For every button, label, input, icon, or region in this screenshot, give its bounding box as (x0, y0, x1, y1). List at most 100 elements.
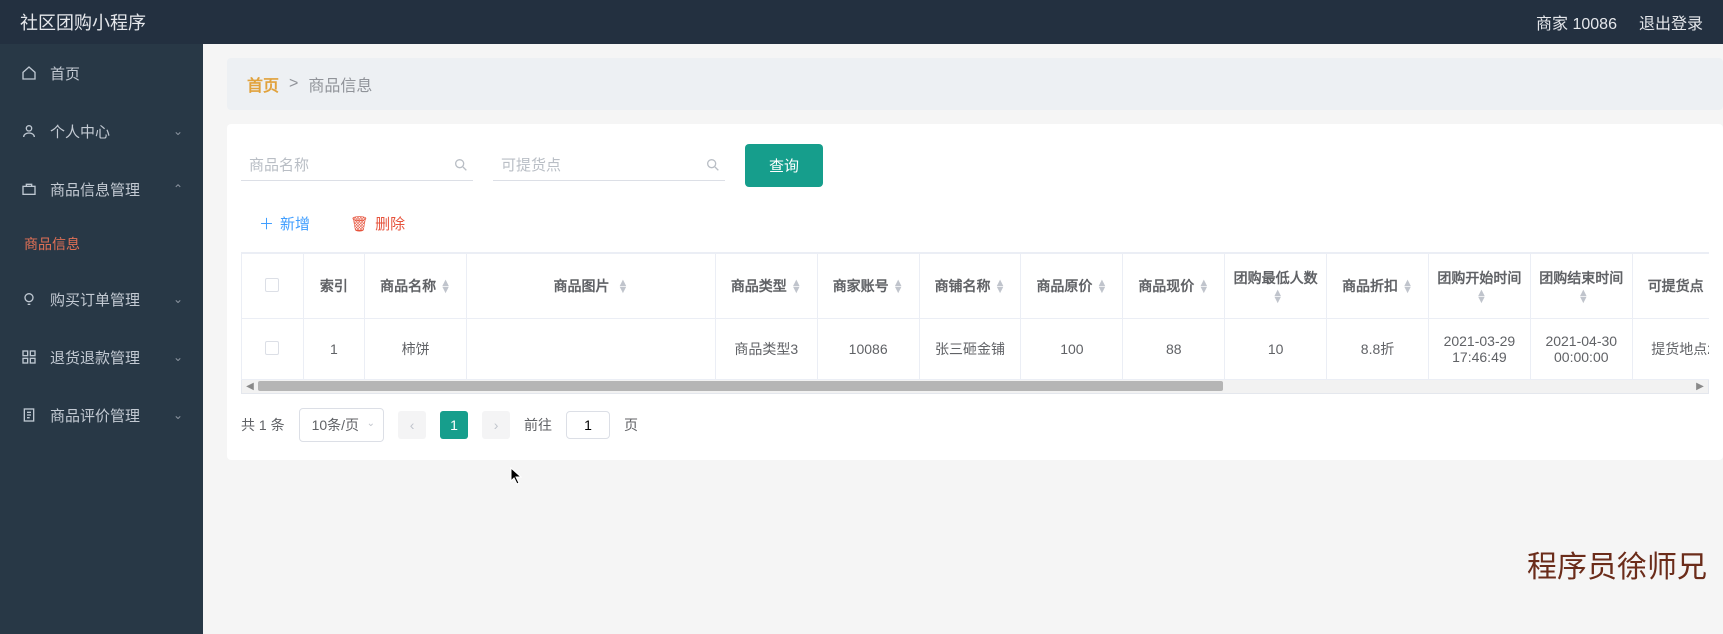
app-title: 社区团购小程序 (20, 9, 146, 35)
logout-link[interactable]: 退出登录 (1639, 10, 1703, 34)
search-row: 查询 (241, 144, 1709, 187)
col-start-time[interactable]: 团购开始时间 ▲▼ (1428, 254, 1530, 319)
col-type[interactable]: 商品类型▲▼ (715, 254, 817, 319)
trash-icon: 🗑 (350, 216, 369, 233)
chevron-down-icon: ⌄ (367, 418, 375, 429)
sort-icon: ▲▼ (1096, 280, 1107, 294)
total-text: 共 1 条 (241, 415, 285, 435)
scroll-left-icon[interactable]: ◀ (243, 380, 257, 393)
chevron-up-icon: ⌃ (173, 182, 183, 196)
search-button[interactable]: 查询 (745, 144, 823, 187)
page-size-select[interactable]: 10条/页 ⌄ (299, 408, 384, 442)
next-page-button[interactable]: › (482, 411, 510, 439)
col-checkbox[interactable] (242, 254, 304, 319)
cell-shop-name: 张三砸金铺 (919, 319, 1021, 380)
cell-orig-price: 100 (1021, 319, 1123, 380)
sidebar-subitem-label: 商品信息 (24, 234, 80, 254)
search-icon (453, 157, 469, 173)
cell-checkbox[interactable] (242, 319, 304, 380)
pagination: 共 1 条 10条/页 ⌄ ‹ 1 › 前往 页 (241, 408, 1709, 442)
add-button[interactable]: ＋ 新增 (259, 213, 310, 234)
chevron-down-icon: ⌄ (173, 350, 183, 364)
sidebar-item-review-mgmt[interactable]: 商品评价管理 ⌄ (0, 386, 203, 444)
sort-icon: ▲▼ (995, 280, 1006, 294)
cell-image (467, 319, 716, 380)
search-pickup-wrap (493, 151, 725, 181)
col-shop-name[interactable]: 商铺名称▲▼ (919, 254, 1021, 319)
sidebar-item-label: 商品评价管理 (50, 405, 173, 426)
col-pickup[interactable]: 可提货点▲▼ (1632, 254, 1709, 319)
main-content: 首页 > 商品信息 查询 ＋ 新增 🗑 删除 (203, 44, 1723, 634)
sidebar-subitem-product-info[interactable]: 商品信息 (0, 218, 203, 270)
sort-icon: ▲▼ (617, 280, 628, 294)
sidebar-item-label: 退货退款管理 (50, 347, 173, 368)
col-name[interactable]: 商品名称▲▼ (365, 254, 467, 319)
watermark: 程序员徐师兄 (1527, 542, 1707, 586)
plus-icon: ＋ (259, 216, 274, 233)
col-orig-price[interactable]: 商品原价▲▼ (1021, 254, 1123, 319)
col-image[interactable]: 商品图片 ▲▼ (467, 254, 716, 319)
home-icon (20, 64, 38, 82)
col-end-time[interactable]: 团购结束时间 ▲▼ (1530, 254, 1632, 319)
cell-name: 柿饼 (365, 319, 467, 380)
breadcrumb-home[interactable]: 首页 (247, 72, 279, 96)
sort-icon: ▲▼ (1476, 290, 1487, 304)
row-checkbox[interactable] (265, 341, 279, 355)
sidebar: 首页 个人中心 ⌄ 商品信息管理 ⌃ 商品信息 购买订单管理 ⌄ 退货退款管理 … (0, 44, 203, 634)
col-cur-price[interactable]: 商品现价▲▼ (1123, 254, 1225, 319)
table-row[interactable]: 1 柿饼 商品类型3 10086 张三砸金铺 100 88 10 8.8折 20… (242, 319, 1710, 380)
grid-icon (20, 348, 38, 366)
sort-icon: ▲▼ (1402, 280, 1413, 294)
sidebar-item-product-mgmt[interactable]: 商品信息管理 ⌃ (0, 160, 203, 218)
scrollbar-thumb[interactable] (258, 381, 1223, 391)
topbar: 社区团购小程序 商家 10086 退出登录 (0, 0, 1723, 44)
sort-icon: ▲▼ (1272, 290, 1283, 304)
sidebar-item-order-mgmt[interactable]: 购买订单管理 ⌄ (0, 270, 203, 328)
breadcrumb-sep: > (289, 75, 298, 93)
cell-merchant-acc: 10086 (817, 319, 919, 380)
col-discount[interactable]: 商品折扣▲▼ (1327, 254, 1429, 319)
checkbox-all[interactable] (265, 278, 279, 292)
goto-page-input[interactable] (566, 411, 610, 439)
merchant-label[interactable]: 商家 10086 (1536, 10, 1617, 34)
cell-start-time: 2021-03-29 17:46:49 (1428, 319, 1530, 380)
chevron-down-icon: ⌄ (173, 292, 183, 306)
content-card: 查询 ＋ 新增 🗑 删除 索引 (227, 124, 1723, 460)
sidebar-item-home[interactable]: 首页 (0, 44, 203, 102)
sort-icon: ▲▼ (893, 280, 904, 294)
cell-discount: 8.8折 (1327, 319, 1429, 380)
scroll-right-icon[interactable]: ▶ (1693, 380, 1707, 393)
sidebar-item-label: 购买订单管理 (50, 289, 173, 310)
cell-type: 商品类型3 (715, 319, 817, 380)
delete-button[interactable]: 🗑 删除 (350, 213, 405, 234)
cell-end-time: 2021-04-30 00:00:00 (1530, 319, 1632, 380)
breadcrumb: 首页 > 商品信息 (227, 58, 1723, 110)
chevron-down-icon: ⌄ (173, 408, 183, 422)
page-size-label: 10条/页 (312, 417, 359, 433)
col-min-people[interactable]: 团购最低人数 ▲▼ (1225, 254, 1327, 319)
sidebar-item-profile[interactable]: 个人中心 ⌄ (0, 102, 203, 160)
sort-icon: ▲▼ (440, 280, 451, 294)
sidebar-item-refund-mgmt[interactable]: 退货退款管理 ⌄ (0, 328, 203, 386)
col-index[interactable]: 索引 (303, 254, 365, 319)
table-wrap: 索引 商品名称▲▼ 商品图片 ▲▼ 商品类型▲▼ 商家账号▲▼ 商铺名称▲▼ 商… (241, 252, 1709, 394)
horizontal-scrollbar[interactable]: ◀ ▶ (241, 380, 1709, 394)
sidebar-item-label: 首页 (50, 63, 183, 84)
sort-icon: ▲▼ (791, 280, 802, 294)
table-header-row: 索引 商品名称▲▼ 商品图片 ▲▼ 商品类型▲▼ 商家账号▲▼ 商铺名称▲▼ 商… (242, 254, 1710, 319)
col-merchant-acc[interactable]: 商家账号▲▼ (817, 254, 919, 319)
delete-label: 删除 (375, 216, 405, 233)
prev-page-button[interactable]: ‹ (398, 411, 426, 439)
topbar-right: 商家 10086 退出登录 (1536, 10, 1703, 34)
cell-min-people: 10 (1225, 319, 1327, 380)
sort-icon: ▲▼ (1198, 280, 1209, 294)
breadcrumb-current: 商品信息 (308, 72, 372, 96)
document-icon (20, 406, 38, 424)
page-1-button[interactable]: 1 (440, 411, 468, 439)
chevron-down-icon: ⌄ (173, 124, 183, 138)
add-label: 新增 (280, 216, 310, 233)
goto-prefix: 前往 (524, 415, 552, 435)
cell-pickup: 提货地点2 (1632, 319, 1709, 380)
search-pickup-input[interactable] (501, 157, 699, 174)
search-name-input[interactable] (249, 157, 447, 174)
